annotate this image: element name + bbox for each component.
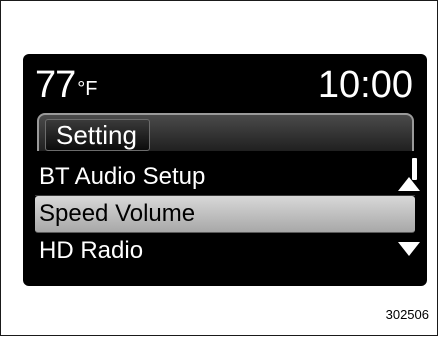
temperature-unit: °F (77, 78, 98, 100)
triangle-down-icon[interactable] (398, 242, 420, 256)
display-screen: 77 °F 10:00 Setting BT Audio Setup Speed … (23, 54, 427, 286)
clock: 10:00 (317, 64, 413, 106)
temperature-value: 77 (35, 64, 76, 106)
figure-frame: 77 °F 10:00 Setting BT Audio Setup Speed … (0, 0, 438, 336)
menu-title-tab[interactable]: Setting (45, 119, 150, 151)
menu-item-hd-radio[interactable]: HD Radio (35, 233, 415, 269)
triangle-up-icon[interactable] (398, 177, 420, 191)
menu-item-speed-volume[interactable]: Speed Volume (35, 196, 415, 233)
figure-number: 302506 (385, 307, 429, 322)
menu-list: BT Audio Setup Speed Volume HD Radio (35, 159, 415, 269)
menu-header: Setting (37, 113, 414, 151)
temperature-readout: 77 °F (35, 62, 98, 112)
menu-item-bt-audio-setup[interactable]: BT Audio Setup (35, 159, 415, 196)
